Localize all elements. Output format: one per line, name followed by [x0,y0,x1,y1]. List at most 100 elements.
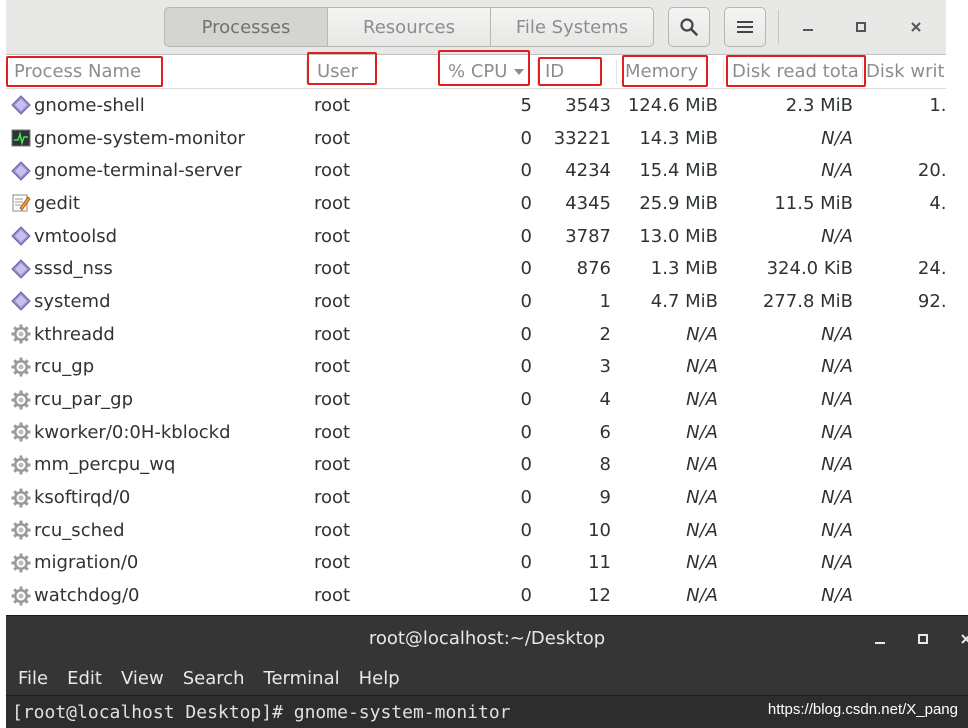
menu-search[interactable]: Search [183,668,245,689]
watermark: https://blog.csdn.net/X_pang [767,701,958,718]
column-divider [616,60,617,84]
process-memory: N/A [686,454,718,476]
process-disk-write [866,220,946,253]
process-user: root [314,421,351,443]
process-row[interactable]: vmtoolsd root 0 3787 13.0 MiB N/A [6,220,946,253]
process-row[interactable]: kworker/0:0H-kblockd root 0 6 N/A N/A [6,416,946,449]
process-id: 876 [576,258,611,280]
process-name: sssd_nss [34,258,113,280]
monitor-icon [10,122,32,155]
process-list: gnome-shellroot53543124.6 MiB2.3 MiB1.1 g… [6,89,946,612]
process-row[interactable]: rcu_sched root 0 10 N/A N/A [6,514,946,547]
process-memory: N/A [686,389,718,411]
process-disk-read: N/A [821,585,853,607]
process-cpu: 0 [520,192,532,214]
process-row[interactable]: mm_percpu_wq root 0 8 N/A N/A [6,449,946,482]
tab-resources[interactable]: Resources [328,7,491,47]
terminal-close-button[interactable] [952,625,968,653]
process-row[interactable]: rcu_par_gp root 0 4 N/A N/A [6,383,946,416]
process-row[interactable]: gnome-terminal-server root 0 4234 15.4 MiB N/… [6,154,946,187]
process-row[interactable]: watchdog/0 root 0 12 N/A N/A [6,579,946,612]
menu-terminal[interactable]: Terminal [264,668,340,689]
process-disk-write [866,514,946,547]
process-row[interactable]: ksoftirqd/0 root 0 9 N/A N/A [6,481,946,514]
column-user[interactable]: User [317,55,358,88]
terminal-maximize-button[interactable] [909,625,937,653]
process-user: root [314,389,351,411]
column-id[interactable]: ID [545,55,564,88]
process-disk-read: N/A [821,323,853,345]
column-memory[interactable]: Memory [625,55,698,88]
process-row[interactable]: rcu_gp root 0 3 N/A N/A [6,351,946,384]
process-user: root [314,454,351,476]
search-button[interactable] [668,7,710,47]
column-process-name[interactable]: Process Name [14,55,141,88]
process-user: root [314,192,351,214]
process-disk-read: N/A [821,487,853,509]
process-disk-write [866,351,946,384]
gear-icon [10,481,32,514]
view-switcher: Processes Resources File Systems [164,7,654,47]
menu-file[interactable]: File [18,668,48,689]
process-memory: 1.3 MiB [650,258,718,280]
minimize-icon [875,642,885,644]
app-icon [10,220,32,253]
process-row[interactable]: kthreadd root 0 2 N/A N/A [6,318,946,351]
process-row[interactable]: migration/0 root 0 11 N/A N/A [6,547,946,580]
column-disk-read-total[interactable]: Disk read tota [732,55,862,88]
process-id: 11 [588,552,611,574]
column-disk-write[interactable]: Disk writ [866,55,946,88]
process-disk-write-value: 24.5 [917,258,946,280]
process-disk-write [866,318,946,351]
process-cpu: 0 [520,160,532,182]
minimize-button[interactable] [793,12,823,42]
process-disk-write [866,383,946,416]
tab-file-systems[interactable]: File Systems [491,7,654,47]
process-row[interactable]: sssd_nss root 0 876 1.3 MiB 324.0 KiB 24.5 [6,252,946,285]
process-id: 4234 [565,160,611,182]
process-cpu: 0 [520,290,532,312]
close-icon [961,634,968,644]
process-row[interactable]: gnome-system-monitor root 0 33221 14.3 MiB N/… [6,122,946,155]
process-id: 4 [599,389,611,411]
process-memory: 124.6 MiB [627,94,718,116]
process-memory: 15.4 MiB [639,160,718,182]
terminal-command-line: [root@localhost Desktop]# gnome-system-m… [12,701,511,723]
process-name: rcu_gp [34,356,95,378]
minimize-icon [803,29,813,31]
process-row[interactable]: gnome-shell root 5 3543 124.6 MiB 2.3 MiB 1.1 [6,89,946,122]
process-disk-write-value: 4.0 [929,192,946,214]
menu-help[interactable]: Help [359,668,400,689]
menu-edit[interactable]: Edit [67,668,102,689]
process-disk-read: N/A [821,519,853,541]
process-row[interactable]: gedit root 0 4345 25.9 MiB 11.5 MiB 4.0 [6,187,946,220]
process-memory: N/A [686,519,718,541]
process-name: systemd [34,290,111,312]
process-id: 6 [599,421,611,443]
terminal-minimize-button[interactable] [866,625,894,653]
process-disk-write-value: 1.1 [929,94,946,116]
process-cpu: 5 [520,94,532,116]
maximize-button[interactable] [846,12,876,42]
menu-view[interactable]: View [121,668,164,689]
gear-icon [10,579,32,612]
menu-button[interactable] [724,7,766,47]
close-button[interactable] [901,12,931,42]
process-cpu: 0 [520,258,532,280]
process-disk-read: N/A [821,225,853,247]
process-row[interactable]: systemd root 0 1 4.7 MiB 277.8 MiB 92.3 [6,285,946,318]
process-memory: N/A [686,356,718,378]
tab-processes[interactable]: Processes [164,7,328,47]
process-disk-write [866,579,946,612]
process-name: gnome-system-monitor [34,127,245,149]
process-user: root [314,290,351,312]
process-name: ksoftirqd/0 [34,487,131,509]
process-cpu: 0 [520,127,532,149]
process-disk-read: N/A [821,356,853,378]
process-name: migration/0 [34,552,139,574]
process-disk-write: 24.5 [866,252,946,285]
process-cpu: 0 [520,323,532,345]
process-id: 33221 [553,127,611,149]
terminal-menubar: File Edit View Search Terminal Help [6,661,968,696]
column-cpu[interactable]: % CPU [448,55,525,88]
